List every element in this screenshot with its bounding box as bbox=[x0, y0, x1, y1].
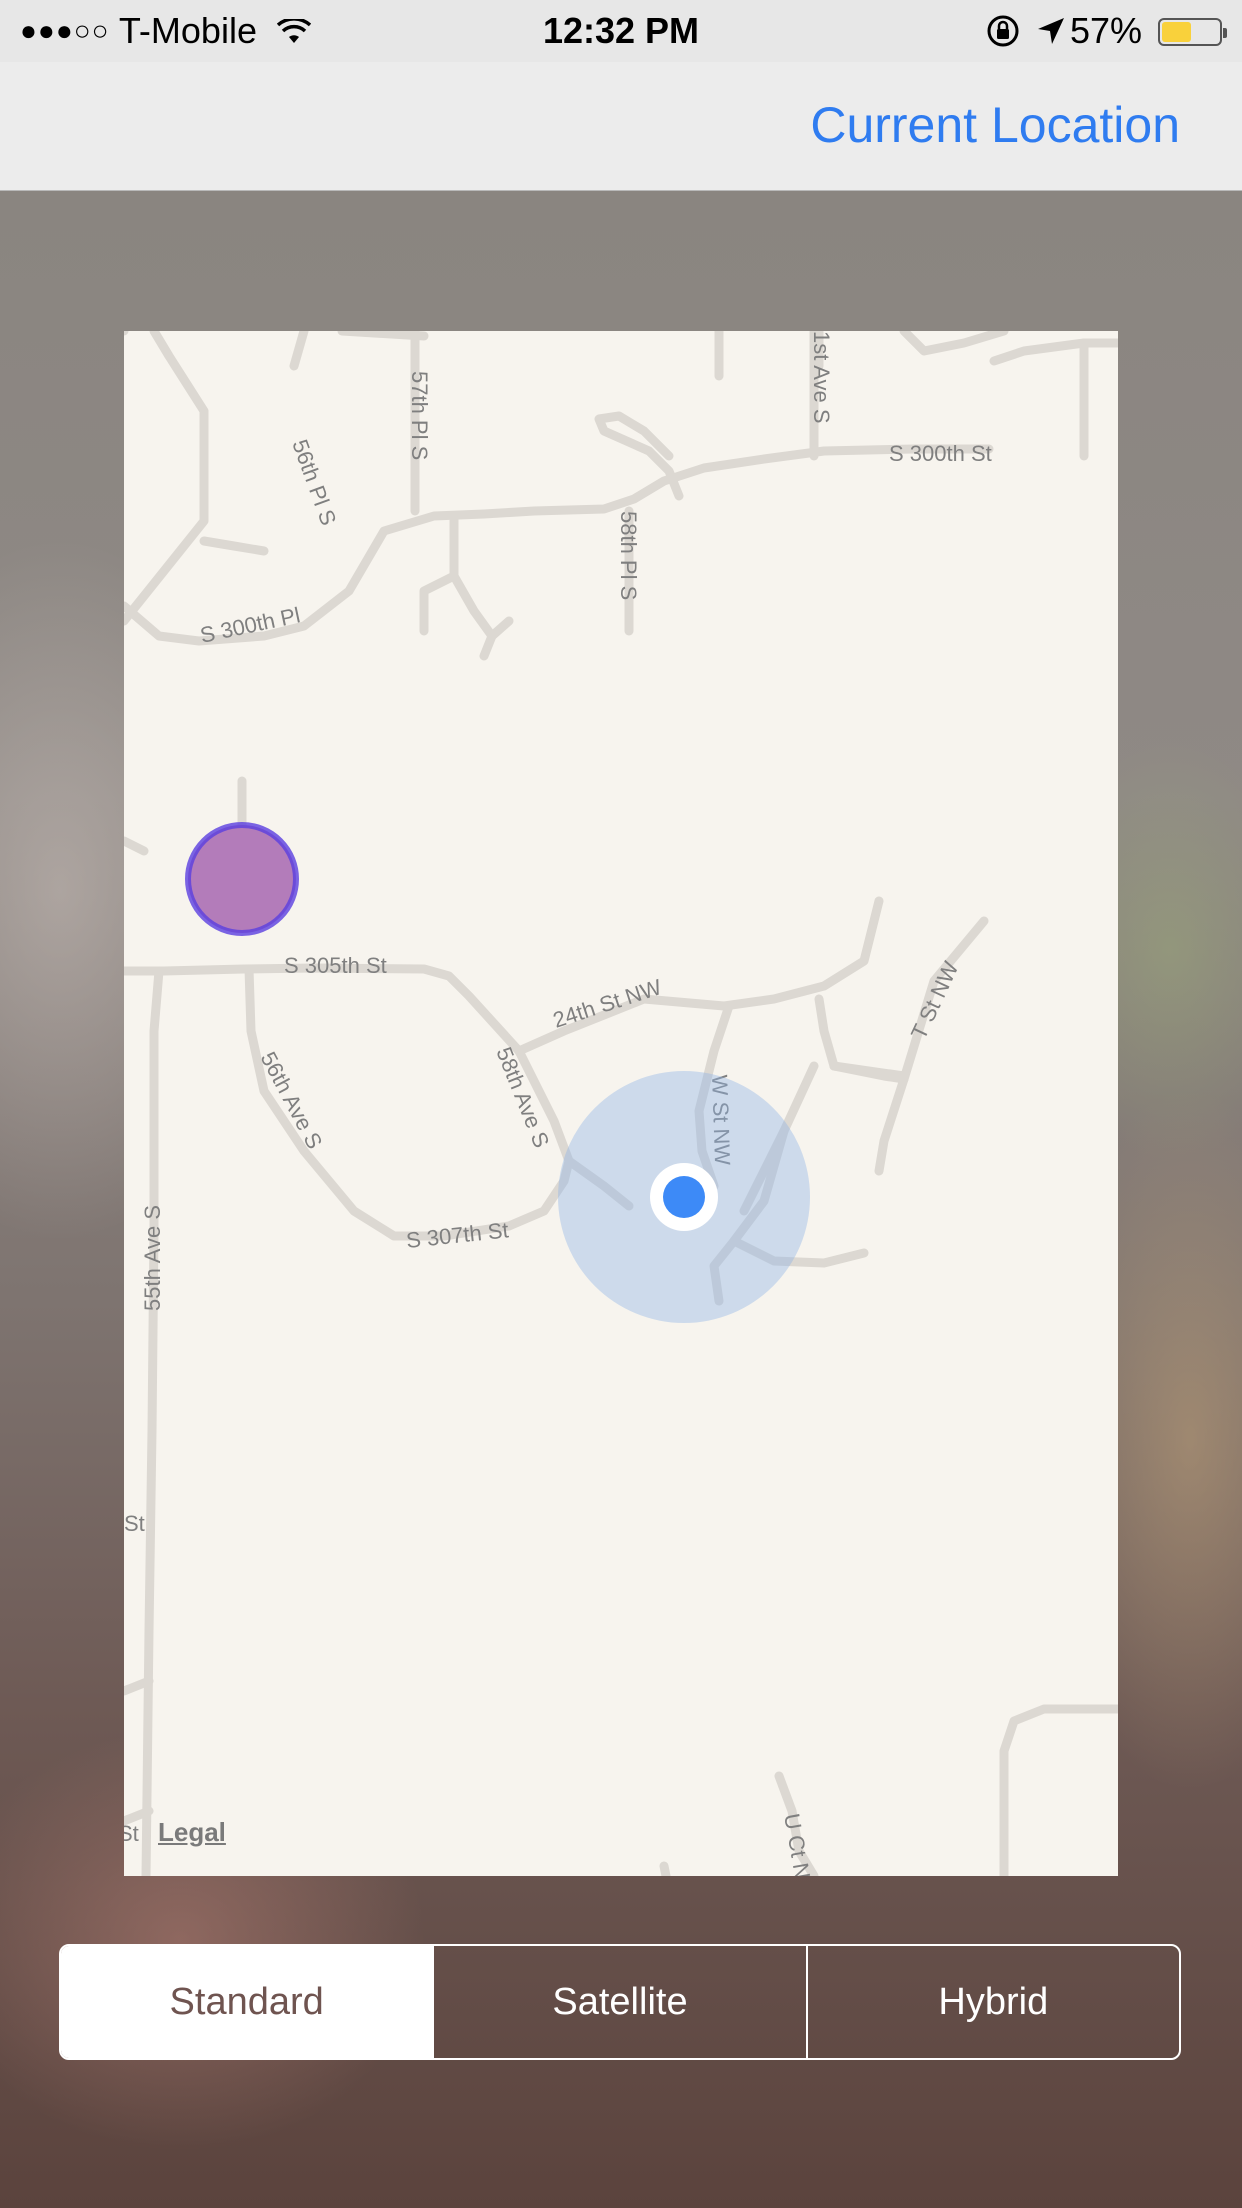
map-label: W St NW bbox=[707, 1074, 735, 1165]
map-label: S 307th St bbox=[405, 1217, 510, 1253]
legal-link[interactable]: Legal bbox=[158, 1817, 226, 1848]
segment-hybrid[interactable]: Hybrid bbox=[805, 1946, 1179, 2058]
map-label: St bbox=[124, 1821, 139, 1846]
battery-fill bbox=[1162, 22, 1192, 42]
map-label: 56th Pl S bbox=[287, 436, 341, 528]
map-label: St bbox=[124, 1511, 145, 1536]
segment-standard[interactable]: Standard bbox=[61, 1946, 433, 2058]
current-location-button[interactable]: Current Location bbox=[810, 96, 1180, 154]
map-label: 56th Ave S bbox=[256, 1048, 328, 1153]
status-bar: ●●●○○ T-Mobile 12:32 PM 57% bbox=[0, 0, 1242, 62]
map-label: 58th Pl S bbox=[616, 511, 641, 600]
navigation-bar: Current Location bbox=[0, 62, 1242, 191]
orientation-lock-icon bbox=[987, 15, 1019, 47]
map-label: 1st Ave S bbox=[809, 331, 834, 424]
battery-percent: 57% bbox=[1069, 10, 1142, 51]
map-label: S 305th St bbox=[284, 953, 387, 978]
map-label: T St NW bbox=[906, 957, 964, 1043]
map-view[interactable]: S 300th St S 300th Pl 56th Pl S 57th Pl … bbox=[124, 331, 1118, 1876]
location-arrow-icon bbox=[1038, 18, 1064, 44]
map-label: 24th St NW bbox=[550, 974, 665, 1033]
battery-icon bbox=[1158, 18, 1227, 46]
map-label: U Ct N bbox=[779, 1812, 815, 1876]
map-type-segmented-control: Standard Satellite Hybrid bbox=[59, 1944, 1181, 2060]
map-label: S 300th St bbox=[889, 441, 992, 466]
map-labels: S 300th St S 300th Pl 56th Pl S 57th Pl … bbox=[124, 331, 992, 1876]
segment-satellite[interactable]: Satellite bbox=[432, 1946, 805, 2058]
map-label: S 300th Pl bbox=[198, 602, 302, 648]
map-label: 57th Pl S bbox=[407, 371, 432, 460]
map-label: 58th Ave S bbox=[491, 1044, 554, 1152]
map-label: 55th Ave S bbox=[140, 1205, 165, 1311]
